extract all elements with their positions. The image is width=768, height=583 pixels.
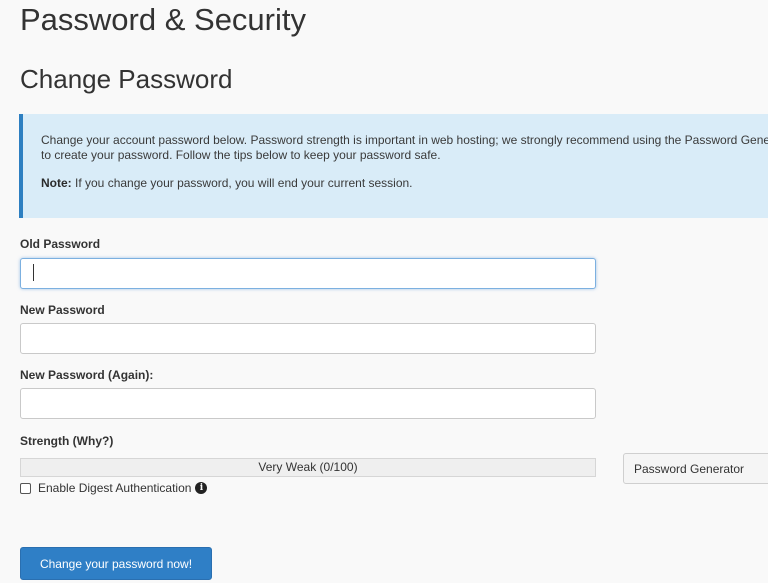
info-description: Change your account password below. Pass…	[41, 133, 768, 162]
new-password-input[interactable]	[20, 323, 596, 354]
new-password-label: New Password	[20, 303, 105, 317]
old-password-input[interactable]	[20, 258, 596, 289]
strength-text: Very Weak (0/100)	[258, 460, 358, 474]
digest-auth-checkbox[interactable]	[20, 482, 31, 494]
info-callout: Change your account password below. Pass…	[19, 114, 768, 218]
section-title: Change Password	[20, 64, 233, 94]
info-note: Note: If you change your password, you w…	[41, 176, 413, 191]
digest-auth-row: Enable Digest Authentication i	[20, 480, 208, 496]
info-circle-icon[interactable]: i	[195, 482, 208, 494]
old-password-label: Old Password	[20, 237, 101, 251]
new-password-again-label: New Password (Again):	[20, 368, 154, 382]
page-title: Password & Security	[20, 2, 306, 37]
strength-label: Strength (Why?)	[20, 434, 114, 448]
strength-meter: Very Weak (0/100)	[20, 458, 596, 477]
note-label: Note:	[41, 176, 72, 190]
change-password-button[interactable]: Change your password now!	[20, 547, 212, 580]
text-caret	[33, 264, 34, 281]
note-text: If you change your password, you will en…	[71, 176, 413, 190]
digest-auth-label[interactable]: Enable Digest Authentication	[38, 481, 191, 495]
password-generator-button[interactable]: Password Generator	[623, 453, 768, 484]
password-security-page: Password & Security Change Password Chan…	[0, 0, 768, 583]
new-password-again-input[interactable]	[20, 388, 596, 419]
